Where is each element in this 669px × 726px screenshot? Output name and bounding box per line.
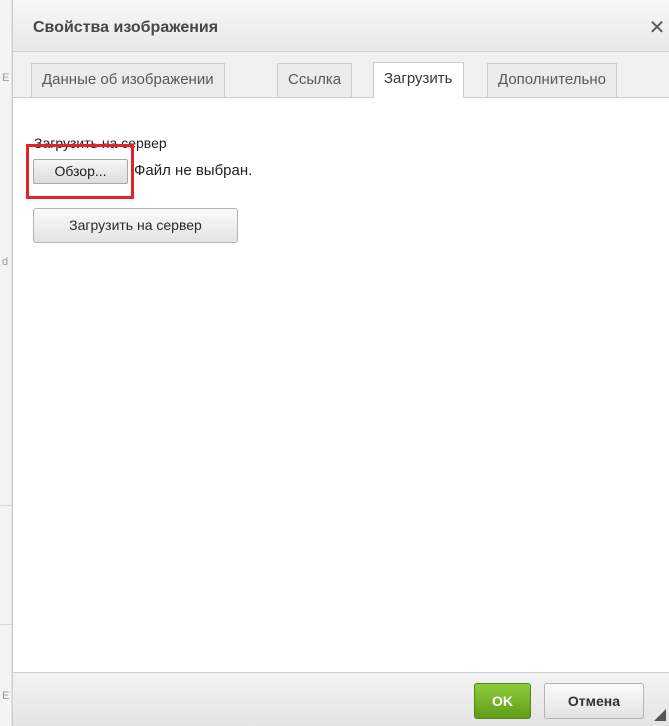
background-text-fragment: d (2, 256, 9, 268)
tab-advanced[interactable]: Дополнительно (487, 63, 617, 97)
background-text-fragment: Е (2, 72, 10, 84)
close-icon[interactable]: ✕ (647, 18, 667, 38)
cancel-button[interactable]: Отмена (544, 683, 644, 719)
image-properties-dialog: Свойства изображения ✕ Данные об изображ… (12, 0, 669, 726)
dialog-title: Свойства изображения (33, 19, 219, 36)
file-status-text: Файл не выбран. (134, 162, 253, 179)
dialog-footer: OK Отмена (13, 672, 669, 726)
background-divider (0, 624, 12, 625)
tab-image-info[interactable]: Данные об изображении (31, 63, 225, 97)
tab-upload[interactable]: Загрузить (373, 62, 464, 98)
page: Е d Е Свойства изображения ✕ Данные об и… (0, 0, 669, 726)
ok-button[interactable]: OK (474, 683, 531, 719)
upload-to-server-button[interactable]: Загрузить на сервер (33, 208, 238, 243)
background-divider (0, 505, 12, 506)
browse-button[interactable]: Обзор... (33, 159, 128, 184)
background-page-edge: Е d Е (0, 0, 12, 726)
background-text-fragment: Е (2, 690, 10, 702)
upload-panel: Загрузить на сервер Обзор... Файл не выб… (13, 98, 669, 670)
dialog-titlebar[interactable]: Свойства изображения ✕ (13, 0, 669, 52)
tab-bar: Данные об изображении Ссылка Загрузить Д… (13, 52, 669, 98)
resize-grip-icon[interactable] (654, 709, 666, 721)
upload-field-label: Загрузить на сервер (34, 135, 167, 151)
tab-link[interactable]: Ссылка (277, 63, 353, 97)
